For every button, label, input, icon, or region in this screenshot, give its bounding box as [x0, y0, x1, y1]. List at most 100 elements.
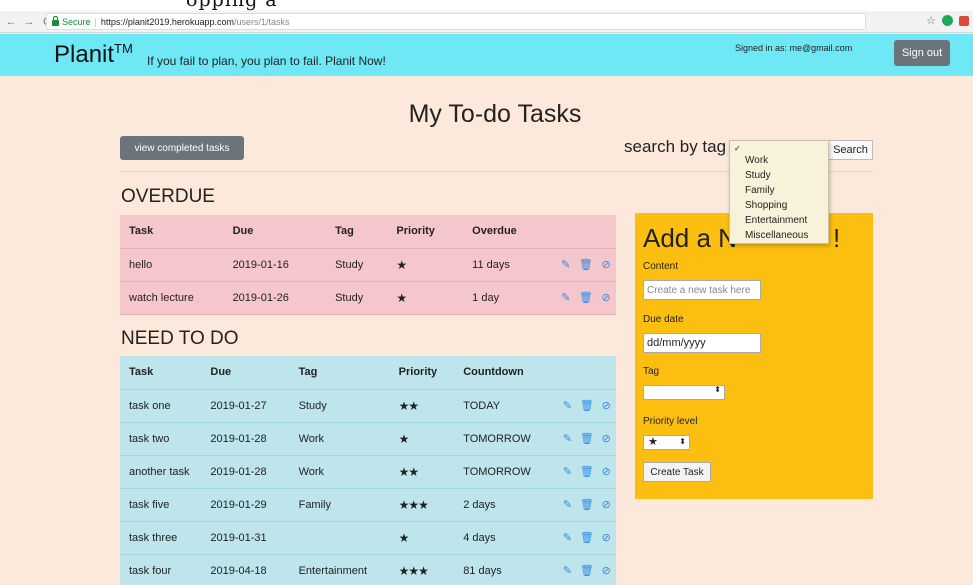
edit-icon[interactable]: ✎ — [558, 554, 577, 585]
sign-out-button[interactable]: Sign out — [894, 40, 950, 66]
edit-icon[interactable]: ✎ — [558, 389, 577, 422]
table-row: task one 2019-01-27 Study ★★ TODAY ✎ 🗑 ⊘ — [120, 389, 616, 422]
add-task-panel: Add a N! Content Create a new task here … — [635, 213, 873, 499]
col-due: Due — [232, 225, 254, 238]
check-circle-icon[interactable]: ⊘ — [597, 422, 616, 455]
task-name: task four — [129, 564, 172, 577]
task-countdown: 4 days — [463, 531, 496, 544]
table-row: hello 2019-01-16 Study ★ 11 days ✎ 🗑 ⊘ — [120, 248, 616, 281]
bookmark-star-icon[interactable]: ☆ — [926, 14, 936, 27]
motto: If you fail to plan, you plan to fail. P… — [147, 54, 386, 68]
check-circle-icon[interactable]: ⊘ — [596, 281, 616, 314]
content-input[interactable]: Create a new task here — [643, 280, 761, 300]
task-due: 2019-01-26 — [232, 291, 289, 304]
checkmark-icon: ✓ — [734, 144, 741, 153]
create-task-button[interactable]: Create Task — [643, 462, 711, 482]
check-circle-icon[interactable]: ⊘ — [597, 455, 616, 488]
extension-icons: ☆ — [926, 14, 969, 27]
edit-icon[interactable]: ✎ — [556, 248, 576, 281]
col-overdue: Overdue — [472, 225, 517, 238]
url-path: /users/1/tasks — [233, 16, 290, 27]
forward-icon[interactable]: → — [22, 16, 36, 28]
app-header: PlanitTM If you fail to plan, you plan t… — [0, 34, 973, 76]
tag-dropdown-menu: ✓ Work Study Family Shopping Entertainme… — [729, 140, 829, 244]
task-overdue: 11 days — [472, 258, 510, 271]
col-due: Due — [210, 366, 232, 379]
tag-select[interactable]: ⬍ — [643, 385, 725, 400]
dropdown-option-work[interactable]: Work — [745, 155, 768, 166]
priority-select[interactable]: ★ ⬍ — [643, 435, 690, 450]
edit-icon[interactable]: ✎ — [558, 422, 577, 455]
extension-green-icon[interactable] — [942, 15, 953, 26]
task-priority: ★ — [396, 290, 407, 305]
col-task: Task — [129, 366, 154, 379]
task-priority: ★ — [398, 431, 410, 446]
task-overdue: 1 day — [472, 291, 500, 304]
task-due: 2019-01-31 — [210, 531, 267, 544]
trash-icon[interactable]: 🗑 — [576, 281, 596, 314]
trash-icon[interactable]: 🗑 — [576, 248, 596, 281]
dropdown-option-shopping[interactable]: Shopping — [745, 200, 787, 211]
due-date-label: Due date — [643, 314, 684, 325]
table-row: another task 2019-01-28 Work ★★ TOMORROW… — [120, 455, 616, 488]
table-row: task two 2019-01-28 Work ★ TOMORROW ✎ 🗑 … — [120, 422, 616, 455]
task-priority: ★★★ — [398, 497, 429, 512]
edit-icon[interactable]: ✎ — [558, 521, 577, 554]
url-host: https://planit2019.herokuapp.com — [100, 16, 234, 27]
search-button[interactable]: Search — [828, 140, 873, 160]
check-circle-icon[interactable]: ⊘ — [596, 248, 616, 281]
cropped-caption: opping a — [0, 0, 973, 11]
back-icon[interactable]: ← — [4, 16, 18, 28]
dropdown-option-entertainment[interactable]: Entertainment — [745, 215, 807, 226]
task-due: 2019-01-28 — [210, 465, 267, 478]
trash-icon[interactable]: 🗑 — [577, 521, 596, 554]
dropdown-option-miscellaneous[interactable]: Miscellaneous — [745, 230, 808, 241]
brand-logo[interactable]: PlanitTM — [54, 41, 133, 69]
lock-icon — [52, 15, 59, 26]
view-completed-button[interactable]: view completed tasks — [120, 136, 244, 160]
address-bar[interactable]: Secure | https://planit2019.herokuapp.co… — [46, 13, 866, 30]
task-name: task one — [129, 399, 171, 412]
trash-icon[interactable]: 🗑 — [577, 554, 596, 585]
due-date-input[interactable]: dd/mm/yyyy — [643, 333, 761, 353]
browser-toolbar: ← → C Secure | https://planit2019.heroku… — [0, 11, 973, 33]
task-tag: Work — [298, 465, 325, 478]
edit-icon[interactable]: ✎ — [558, 455, 577, 488]
task-name: task five — [129, 498, 170, 511]
content-label: Content — [643, 261, 679, 272]
trash-icon[interactable]: 🗑 — [577, 488, 596, 521]
trash-icon[interactable]: 🗑 — [577, 422, 596, 455]
col-tag: Tag — [335, 225, 354, 238]
overdue-table: Task Due Tag Priority Overdue hello 2019… — [120, 215, 616, 315]
trademark: TM — [114, 41, 133, 56]
table-row: task five 2019-01-29 Family ★★★ 2 days ✎… — [120, 488, 616, 521]
check-circle-icon[interactable]: ⊘ — [597, 554, 616, 585]
table-header-row: Task Due Tag Priority Countdown — [120, 356, 616, 389]
url-separator: | — [94, 16, 97, 27]
check-circle-icon[interactable]: ⊘ — [597, 488, 616, 521]
check-circle-icon[interactable]: ⊘ — [597, 389, 616, 422]
task-countdown: TODAY — [463, 399, 501, 412]
task-due: 2019-01-27 — [210, 399, 267, 412]
edit-icon[interactable]: ✎ — [556, 281, 576, 314]
task-countdown: 81 days — [463, 564, 502, 577]
col-countdown: Countdown — [463, 366, 524, 379]
extension-red-icon[interactable] — [959, 15, 969, 26]
dropdown-option-family[interactable]: Family — [745, 185, 774, 196]
dropdown-option-study[interactable]: Study — [745, 170, 771, 181]
select-arrows-icon: ⬍ — [679, 437, 686, 446]
task-tag: Work — [298, 432, 325, 445]
task-name: task two — [129, 432, 170, 445]
select-arrows-icon: ⬍ — [714, 385, 721, 394]
trash-icon[interactable]: 🗑 — [577, 455, 596, 488]
check-circle-icon[interactable]: ⊘ — [597, 521, 616, 554]
task-due: 2019-04-18 — [210, 564, 267, 577]
task-priority: ★★★ — [398, 563, 429, 578]
task-due: 2019-01-29 — [210, 498, 267, 511]
task-tag — [299, 521, 399, 554]
trash-icon[interactable]: 🗑 — [577, 389, 596, 422]
col-priority: Priority — [396, 225, 435, 238]
task-due: 2019-01-28 — [210, 432, 267, 445]
edit-icon[interactable]: ✎ — [558, 488, 577, 521]
task-name: another task — [129, 465, 190, 478]
